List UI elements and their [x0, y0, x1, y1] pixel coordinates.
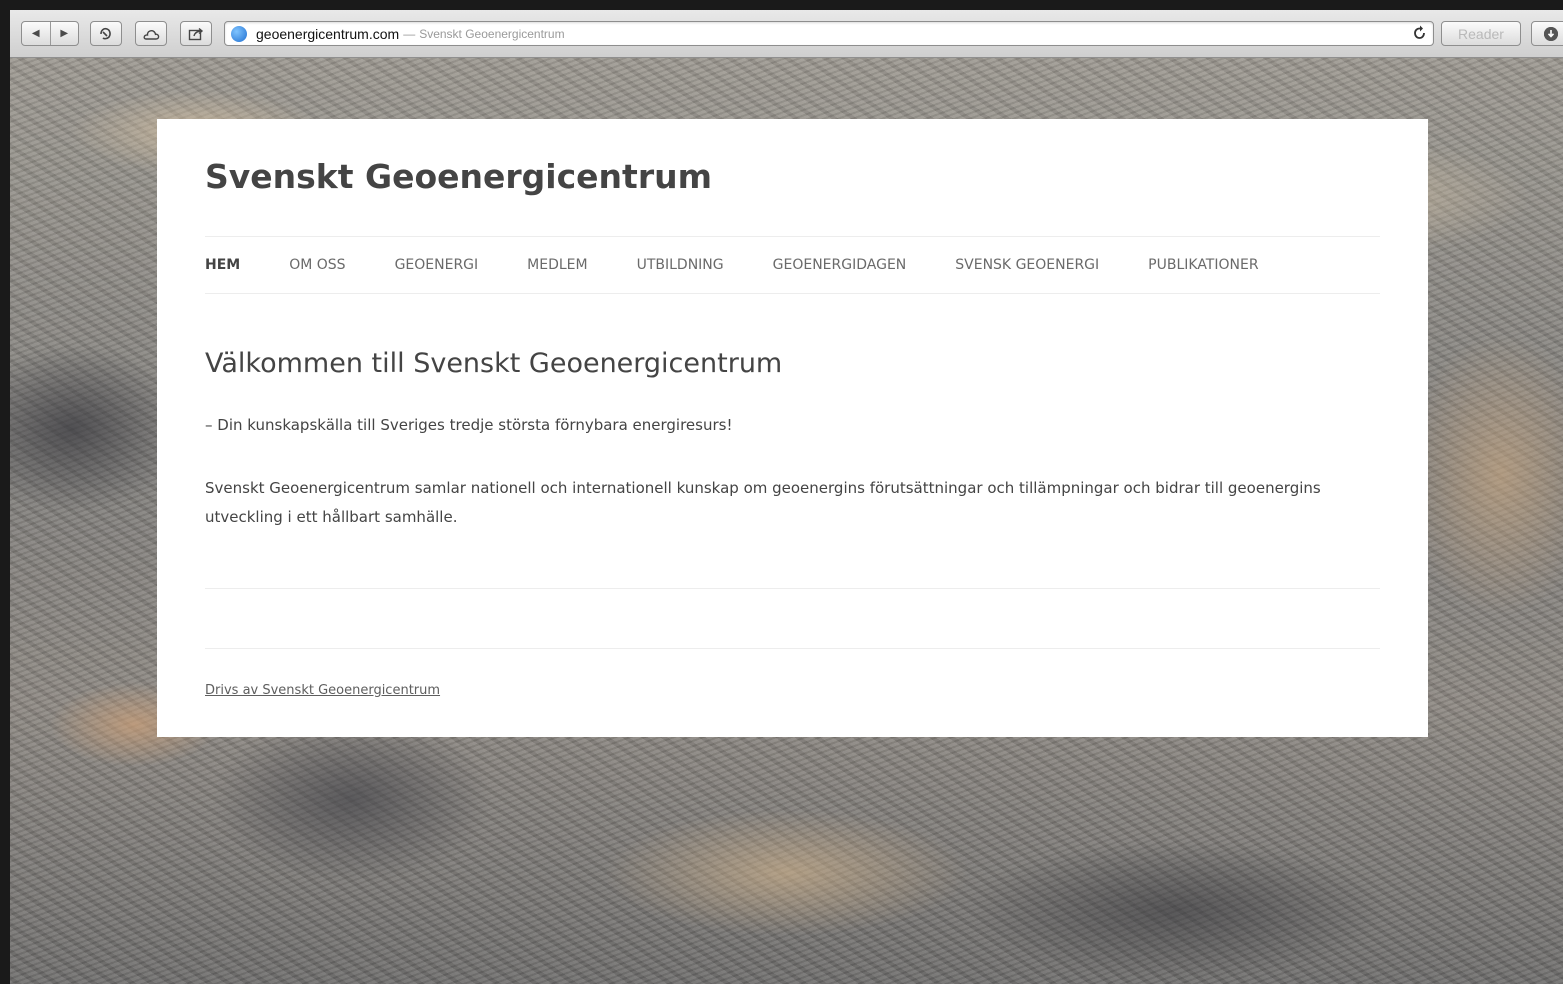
share-button[interactable] — [180, 21, 212, 46]
page-tagline: – Din kunskapskälla till Sveriges tredje… — [205, 416, 733, 434]
back-arrow-icon[interactable]: ◀ — [22, 22, 50, 45]
page-body-text: Svenskt Geoenergicentrum samlar nationel… — [205, 479, 1321, 526]
icloud-tabs-button[interactable] — [135, 21, 167, 46]
footer-divider — [205, 648, 1380, 649]
nav-item-hem[interactable]: HEM — [205, 257, 240, 273]
reader-button[interactable]: Reader — [1441, 21, 1521, 46]
footer-credit-link[interactable]: Drivs av Svenskt Geoenergicentrum — [205, 683, 440, 698]
nav-item-om-oss[interactable]: OM OSS — [289, 257, 345, 273]
content-panel: Svenskt Geoenergicentrum HEM OM OSS GEOE… — [157, 119, 1428, 737]
nav-item-geoenergidagen[interactable]: GEOENERGIDAGEN — [773, 257, 907, 273]
globe-icon — [231, 25, 247, 42]
forward-arrow-icon[interactable]: ▶ — [49, 22, 79, 45]
url-separator: — — [403, 26, 416, 41]
browser-toolbar: ◀ ▶ geoenergicentrum.com — Svenskt Geoen… — [10, 10, 1563, 58]
cloud-icon — [143, 29, 160, 40]
main-navigation: HEM OM OSS GEOENERGI MEDLEM UTBILDNING G… — [205, 236, 1380, 294]
nav-item-publikationer[interactable]: PUBLIKATIONER — [1148, 257, 1258, 273]
page-viewport: Svenskt Geoenergicentrum HEM OM OSS GEOE… — [10, 58, 1563, 984]
reader-label: Reader — [1458, 25, 1504, 42]
address-bar[interactable]: geoenergicentrum.com — Svenskt Geoenergi… — [224, 21, 1434, 46]
site-title[interactable]: Svenskt Geoenergicentrum — [205, 157, 712, 196]
page-heading: Välkommen till Svenskt Geoenergicentrum — [205, 348, 783, 379]
back-forward-buttons: ◀ ▶ — [21, 21, 79, 46]
url-host: geoenergicentrum.com — [256, 25, 400, 42]
nav-item-geoenergi[interactable]: GEOENERGI — [395, 257, 479, 273]
nav-item-utbildning[interactable]: UTBILDNING — [637, 257, 724, 273]
downloads-button[interactable] — [1531, 21, 1563, 46]
history-button[interactable] — [90, 21, 122, 46]
history-icon — [100, 27, 111, 39]
nav-item-medlem[interactable]: MEDLEM — [527, 257, 587, 273]
share-icon — [188, 27, 204, 40]
download-icon — [1544, 26, 1558, 41]
reload-icon[interactable] — [1413, 24, 1427, 44]
url-page-title: Svenskt Geoenergicentrum — [419, 26, 565, 41]
nav-item-svensk-geoenergi[interactable]: SVENSK GEOENERGI — [955, 257, 1099, 273]
browser-window: ◀ ▶ geoenergicentrum.com — Svenskt Geoen… — [10, 10, 1563, 984]
content-divider — [205, 588, 1380, 589]
